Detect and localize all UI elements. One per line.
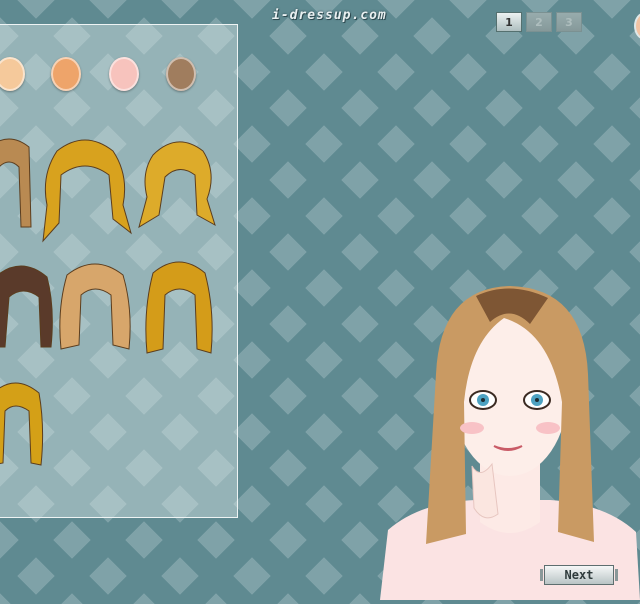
- hairstyle-option-5[interactable]: [55, 259, 137, 355]
- page-2-button[interactable]: 2: [526, 12, 552, 32]
- skin-tone-swatch-2[interactable]: [51, 57, 81, 91]
- hairstyle-option-7[interactable]: [0, 379, 47, 471]
- skin-tone-swatch-4[interactable]: [166, 57, 196, 91]
- hairstyle-option-6[interactable]: [141, 257, 217, 361]
- corner-swatch[interactable]: [634, 12, 640, 40]
- skin-tone-swatch-3[interactable]: [109, 57, 139, 91]
- next-button[interactable]: Next: [540, 565, 618, 585]
- hair-selection-panel: [0, 24, 238, 518]
- hairstyle-option-4[interactable]: [0, 261, 59, 355]
- hairstyle-option-2[interactable]: [37, 135, 133, 247]
- page-3-button[interactable]: 3: [556, 12, 582, 32]
- page-1-button[interactable]: 1: [496, 12, 522, 32]
- hairstyle-option-3[interactable]: [135, 137, 219, 237]
- dressup-model: [380, 282, 640, 600]
- model-illustration: [380, 286, 640, 600]
- skin-tone-swatch-1[interactable]: [0, 57, 25, 91]
- page-nav: 1 2 3: [496, 12, 582, 32]
- site-title: i-dressup.com: [272, 8, 387, 23]
- hairstyle-option-1[interactable]: [0, 137, 33, 237]
